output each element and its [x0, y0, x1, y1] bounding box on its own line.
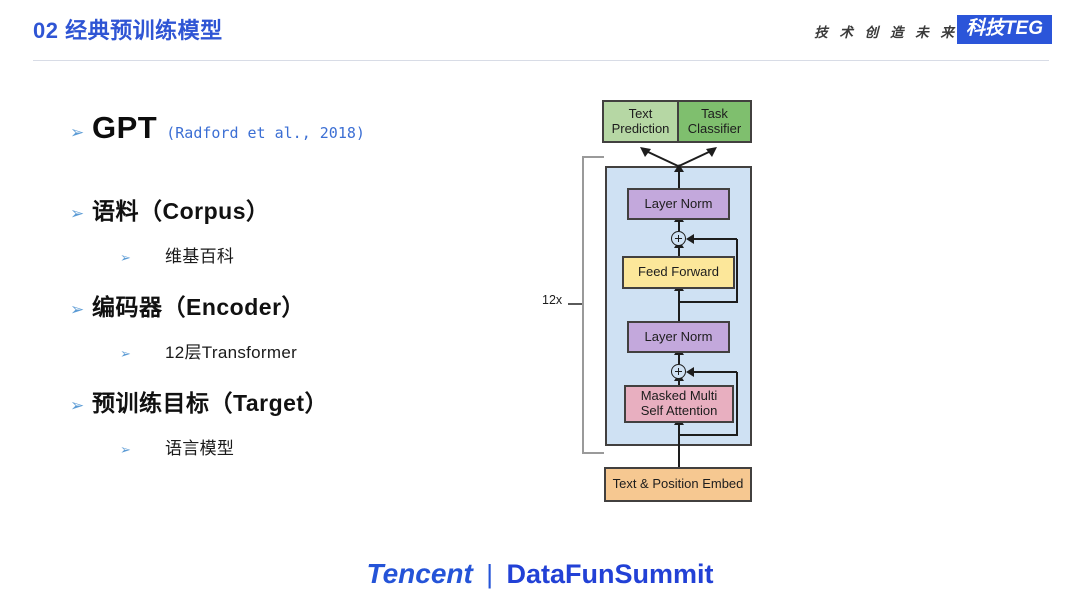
residual-add-icon-bottom	[671, 364, 686, 379]
bracket-spine	[582, 156, 584, 454]
box-label-line2: Prediction	[611, 120, 670, 136]
box-layer-norm-bottom: Layer Norm	[627, 321, 730, 353]
box-label: Text Prediction	[611, 105, 670, 137]
arrowhead-bullet-icon: ➢	[120, 442, 131, 457]
page-title: 02 经典预训练模型	[33, 18, 223, 43]
flow-line-into-attention	[677, 423, 680, 470]
box-label-line1: Masked Multi	[640, 388, 718, 404]
box-label: Feed Forward	[638, 264, 719, 280]
box-text-position-embed: Text & Position Embed	[604, 467, 752, 502]
list-item-target: ➢ 预训练目标（Target）	[70, 384, 328, 418]
list-item-label: 编码器（Encoder）	[92, 294, 306, 320]
tencent-logo-text: Tencent	[366, 558, 473, 589]
box-label: Task Classifier	[687, 105, 742, 137]
box-label: Text & Position Embed	[612, 476, 744, 492]
repeat-count-label: 12x	[542, 293, 563, 307]
gpt-title: GPT	[92, 110, 158, 145]
arrowhead-bullet-icon: ➢	[120, 250, 131, 265]
box-label-line2: Self Attention	[640, 403, 718, 418]
residual-line-bottom-upper	[693, 370, 737, 373]
box-label: Layer Norm	[644, 328, 713, 344]
slide-header: 02 经典预训练模型 技 术 创 造 未 来 科技TEG	[0, 0, 1080, 62]
slide-footer: Tencent | DataFunSummit	[0, 558, 1080, 590]
list-item-label: 语料（Corpus）	[92, 198, 270, 224]
flow-arrow-block-output	[673, 164, 684, 172]
brand-slogan: 技 术 创 造 未 来	[814, 25, 958, 40]
list-item-label: 12层Transformer	[165, 343, 298, 362]
arrowhead-bullet-icon: ➢	[120, 346, 131, 361]
arrowhead-bullet-icon: ➢	[70, 123, 85, 142]
datafunsummit-logo-text: DataFunSummit	[506, 559, 714, 589]
list-item-encoder: ➢ 编码器（Encoder）	[70, 288, 305, 322]
box-layer-norm-top: Layer Norm	[627, 188, 730, 220]
arrowhead-bullet-icon: ➢	[70, 204, 85, 223]
box-label-line2: Classifier	[687, 120, 742, 136]
arrowhead-bullet-icon: ➢	[70, 300, 85, 319]
box-label-line1: Task	[701, 105, 728, 121]
list-item-gpt: ➢ GPT (Radford et al., 2018)	[70, 110, 365, 146]
gpt-citation: (Radford et al., 2018)	[166, 124, 365, 142]
box-label: Layer Norm	[644, 195, 713, 211]
residual-line-bottom-vertical	[735, 371, 738, 436]
box-feed-forward: Feed Forward	[622, 256, 735, 289]
box-masked-multi-self-attention: Masked Multi Self Attention	[624, 385, 734, 423]
residual-line-top-lower	[677, 301, 738, 303]
header-divider	[33, 60, 1049, 61]
list-item-label: 维基百科	[165, 247, 235, 266]
branch-arrow-to-task-classifier	[678, 147, 717, 167]
box-label-line1: Text	[628, 105, 653, 121]
list-item-label: 预训练目标（Target）	[92, 390, 329, 416]
list-item-label: 语言模型	[165, 439, 235, 458]
list-item-transformer-layers: ➢ 12层Transformer	[120, 338, 297, 363]
box-text-prediction: Text Prediction	[602, 100, 678, 143]
bracket-bottom-arm	[582, 452, 604, 454]
box-task-classifier: Task Classifier	[678, 100, 752, 143]
flow-line-block-output	[677, 170, 680, 188]
bracket-top-arm	[582, 156, 604, 158]
brand-badge: 科技TEG	[956, 15, 1052, 44]
footer-separator: |	[486, 559, 494, 589]
gpt-transformer-architecture-diagram: 12x Text Prediction Task Classifier Laye…	[520, 90, 790, 515]
residual-add-icon-top	[671, 231, 686, 246]
residual-line-top-vertical	[735, 238, 738, 303]
list-item-language-model: ➢ 语言模型	[120, 434, 234, 459]
residual-line-top-upper	[693, 237, 737, 240]
bracket-tick	[568, 303, 582, 305]
residual-arrow-bottom	[686, 366, 694, 377]
residual-arrow-top	[686, 233, 694, 244]
flow-line-layernorm-bottom-to-ff	[677, 289, 680, 321]
arrowhead-bullet-icon: ➢	[70, 396, 85, 415]
list-item-wikipedia: ➢ 维基百科	[120, 242, 234, 267]
list-item-corpus: ➢ 语料（Corpus）	[70, 192, 270, 226]
residual-line-bottom-lower	[677, 434, 738, 436]
